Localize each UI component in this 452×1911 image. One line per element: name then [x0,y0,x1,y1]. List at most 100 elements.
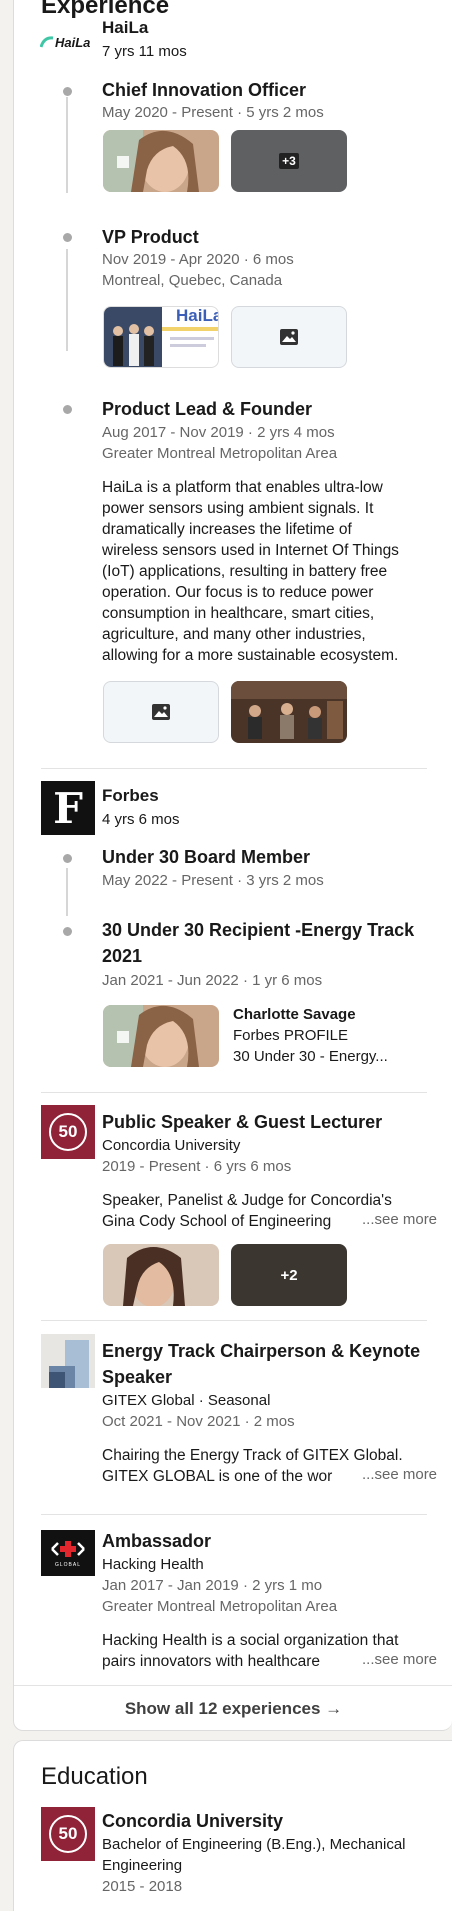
hacking-health-cross-icon [51,1541,85,1557]
media-thumbnail-portrait[interactable] [103,1005,219,1067]
portrait-photo-icon [103,1244,219,1306]
position-description: Chairing the Energy Track of GITEX Globa… [102,1447,403,1464]
role-dates: Nov 2019 - Apr 2020 · 6 mos [102,251,294,268]
media-thumbnail-portrait[interactable] [103,130,219,192]
role-title: 30 Under 30 Recipient -Energy Track [102,920,415,940]
portrait-photo-icon [103,130,219,192]
description-line: allowing for a more sustainable ecosyste… [102,647,399,664]
position-location: Greater Montreal Metropolitan Area [102,1598,338,1615]
position-title[interactable]: Public Speaker & Guest Lecturer [102,1109,382,1135]
company-duration-forbes: 4 yrs 6 mos [102,811,180,828]
image-placeholder-icon [280,329,298,345]
timeline-dot [63,854,72,863]
position-description: Hacking Health is a social organization … [102,1632,399,1649]
role-title: Chief Innovation Officer [102,80,307,100]
role-description: HaiLa is a platform that enables ultra-l… [102,477,399,666]
divider [41,768,427,769]
description-line: (IoT) applications, resulting in battery… [102,563,388,580]
media-more-thumbnail[interactable]: +3 [231,130,347,192]
timeline-dot [63,233,72,242]
role-dates: May 2020 - Present · 5 yrs 2 mos [102,104,324,121]
position-title[interactable]: Energy Track Chairperson & Keynote [102,1338,420,1364]
position-title-cont[interactable]: Speaker [102,1364,172,1390]
timeline-line [66,97,68,193]
see-more-link[interactable]: ...see more [354,1211,438,1228]
description-line: consumption in healthcare, smart cities, [102,605,375,622]
description-line: operation. Our focus is to reduce power [102,584,374,601]
position-title[interactable]: Ambassador [102,1528,211,1554]
see-more-link[interactable]: ...see more [354,1651,438,1668]
position-description: GITEX GLOBAL is one of the wor [102,1468,333,1485]
education-heading: Education [41,1763,148,1790]
concordia-logo-text: 50 [58,1824,78,1843]
timeline-line [66,868,68,916]
gitex-logo-icon [49,1340,89,1388]
experience-card: Experience HaiLa HaiLa 7 yrs 11 mos Chie… [13,0,452,1731]
see-more-link[interactable]: ...see more [354,1466,438,1483]
role-title: VP Product [102,227,199,247]
degree: Bachelor of Engineering (B.Eng.), Mechan… [102,1836,406,1853]
hacking-health-logo-text: GLOBAL [54,1562,81,1568]
school-name[interactable]: Concordia University [102,1808,283,1834]
media-placeholder[interactable] [231,306,347,368]
role-dates: Aug 2017 - Nov 2019 · 2 yrs 4 mos [102,424,335,441]
degree-cont: Engineering [102,1857,183,1874]
role-location: Montreal, Quebec, Canada [102,272,283,289]
timeline-dot [63,405,72,414]
media-more-count: +2 [280,1266,298,1284]
concordia-logo[interactable]: 50 [41,1105,95,1159]
image-placeholder-icon [152,704,170,720]
role-title: Under 30 Board Member [102,847,311,867]
position-dates: Jan 2017 - Jan 2019 · 2 yrs 1 mo [102,1577,323,1594]
education-dates: 2015 - 2018 [102,1878,183,1895]
company-duration-haila: 7 yrs 11 mos [102,43,187,60]
description-line: wireless sensors used in Internet Of Thi… [102,542,399,559]
description-line: power sensors using ambient signals. It [102,500,374,517]
role-dates: May 2022 - Present · 3 yrs 2 mos [102,872,324,889]
position-dates: Oct 2021 - Nov 2021 · 2 mos [102,1413,295,1430]
hacking-health-logo[interactable]: GLOBAL [41,1530,95,1576]
company-name-haila[interactable]: HaiLa [102,18,148,38]
role-location: Greater Montreal Metropolitan Area [102,445,338,462]
experience-heading: Experience [41,0,170,19]
haila-logo-text: HaiLa [55,34,91,50]
description-line: HaiLa is a platform that enables ultra-l… [102,479,383,496]
divider [41,1092,427,1093]
media-subtitle: 30 Under 30 - Energy... [233,1048,388,1065]
media-title: Charlotte Savage [233,1006,356,1023]
timeline-dot [63,927,72,936]
portrait-photo-icon [103,1005,219,1067]
role-dates: Jan 2021 - Jun 2022 · 1 yr 6 mos [102,972,323,989]
description-line: agriculture, and many other industries, [102,626,366,643]
company-name-forbes[interactable]: Forbes [102,786,159,806]
concordia-logo-text: 50 [58,1122,78,1141]
forbes-logo[interactable]: F [41,781,95,835]
role-title: Product Lead & Founder [102,399,313,419]
haila-wave-icon [40,36,54,48]
media-thumbnail-portrait[interactable] [103,1244,219,1306]
gitex-logo[interactable] [41,1334,95,1388]
media-thumbnail-group-photo[interactable] [231,681,347,743]
media-subtitle: Forbes PROFILE [233,1027,349,1044]
timeline-line [66,249,68,351]
position-description: pairs innovators with healthcare [102,1653,320,1670]
media-placeholder[interactable] [103,681,219,743]
divider [41,1320,427,1321]
media-more-count: +3 [279,153,299,169]
position-dates: 2019 - Present · 6 yrs 6 mos [102,1158,292,1175]
forbes-logo-letter: F [53,783,83,833]
haila-logo[interactable]: HaiLa [40,30,96,54]
organization-name: Concordia University [102,1137,241,1154]
divider [41,1514,427,1515]
organization-name: GITEX Global · Seasonal [102,1392,271,1409]
award-media-text: HaiLa [176,306,219,325]
media-thumbnail-award[interactable]: HaiLa [103,306,219,368]
media-more-thumbnail[interactable]: +2 [231,1244,347,1306]
education-card: Education 50 Concordia University Bachel… [13,1740,452,1911]
group-photo-icon [231,681,347,743]
position-description: Speaker, Panelist & Judge for Concordia'… [102,1192,392,1209]
organization-name: Hacking Health [102,1556,204,1573]
concordia-logo[interactable]: 50 [41,1807,95,1861]
show-all-experiences-button[interactable]: Show all 12 experiences → [14,1686,452,1732]
media-link-details[interactable]: Charlotte Savage Forbes PROFILE 30 Under… [233,1004,388,1067]
